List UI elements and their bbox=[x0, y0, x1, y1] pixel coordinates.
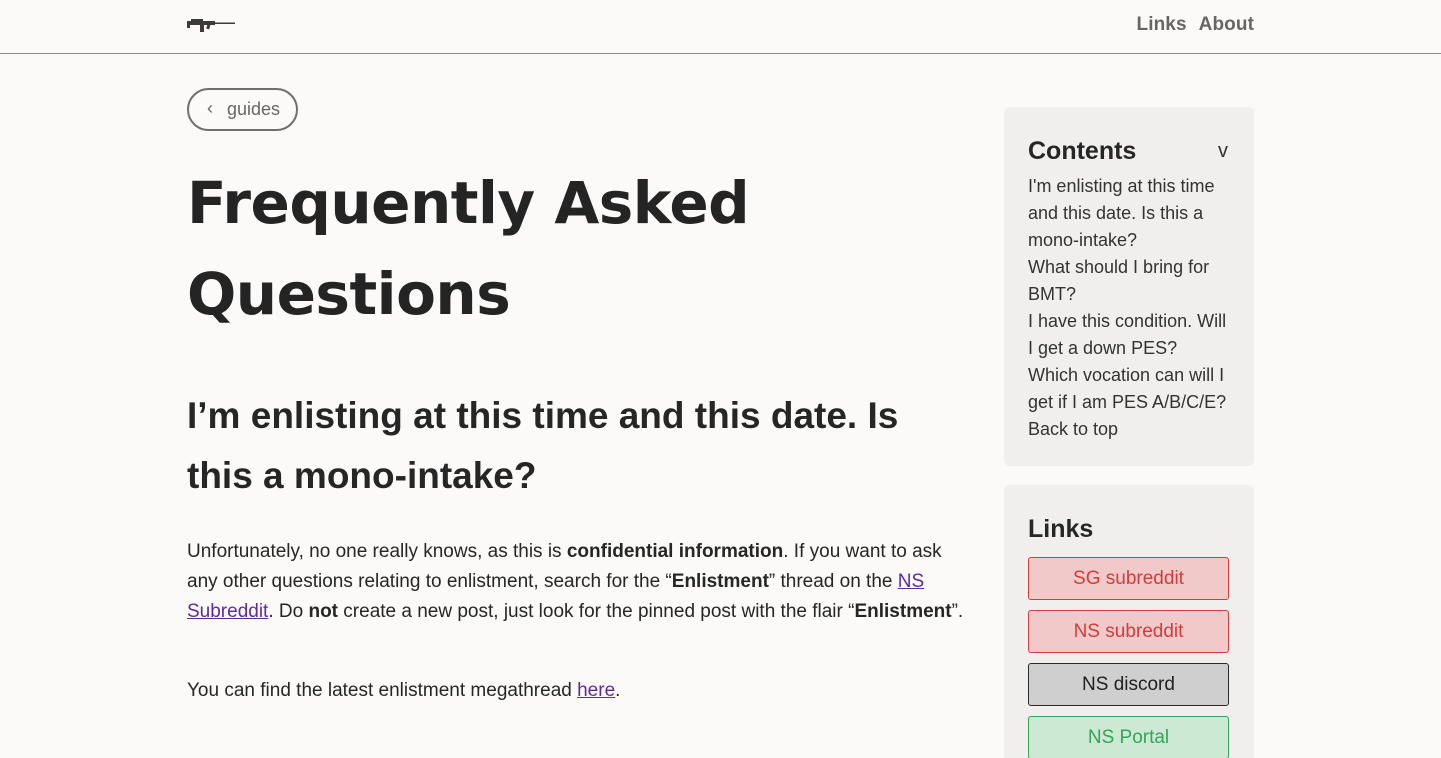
ns-discord-button[interactable]: NS discord bbox=[1028, 663, 1229, 706]
links-title: Links bbox=[1028, 515, 1094, 543]
text: ” thread on the bbox=[768, 571, 898, 592]
text: . Do bbox=[268, 601, 309, 622]
sg-subreddit-button[interactable]: SG subreddit bbox=[1028, 557, 1229, 600]
nav-about[interactable]: About bbox=[1199, 14, 1254, 36]
bold-text: Enlistment bbox=[854, 601, 952, 622]
bold-text: not bbox=[308, 601, 339, 622]
megathread-link[interactable]: here bbox=[577, 680, 615, 701]
back-button-label: guides bbox=[227, 99, 281, 119]
links-panel: Links SG subreddit NS subreddit NS disco… bbox=[1004, 485, 1254, 758]
bold-text: Enlistment bbox=[671, 571, 769, 592]
text: create a new post, just look for the pin… bbox=[338, 601, 855, 622]
toc-item[interactable]: I have this condition. Will I get a down… bbox=[1028, 308, 1230, 362]
text: You can find the latest enlistment megat… bbox=[187, 680, 578, 701]
toc-item[interactable]: Which vocation can will I get if I am PE… bbox=[1028, 362, 1230, 416]
back-to-guides-button[interactable]: ‹ guides bbox=[187, 88, 298, 131]
toc-title: Contents bbox=[1028, 137, 1137, 165]
table-of-contents: Contents v I'm enlisting at this time an… bbox=[1004, 107, 1254, 466]
ns-subreddit-button[interactable]: NS subreddit bbox=[1028, 610, 1229, 653]
section-heading: I’m enlisting at this time and this date… bbox=[187, 395, 899, 496]
answer-paragraph: Unfortunately, no one really knows, as t… bbox=[187, 537, 977, 627]
main-nav: Links About bbox=[1137, 14, 1255, 36]
top-navbar: Links About bbox=[0, 0, 1441, 54]
page-title: Frequently Asked Questions bbox=[187, 169, 750, 328]
nav-links[interactable]: Links bbox=[1137, 14, 1187, 36]
toc-item[interactable]: I'm enlisting at this time and this date… bbox=[1028, 173, 1230, 254]
chevron-left-icon: ‹ bbox=[207, 97, 213, 118]
ns-portal-button[interactable]: NS Portal bbox=[1028, 716, 1229, 758]
toc-item[interactable]: What should I bring for BMT? bbox=[1028, 254, 1230, 308]
megathread-paragraph: You can find the latest enlistment megat… bbox=[187, 676, 977, 706]
text: . bbox=[615, 680, 621, 701]
bold-text: confidential information bbox=[566, 541, 784, 562]
rifle-logo-icon[interactable] bbox=[187, 16, 237, 36]
text: Unfortunately, no one really knows, as t… bbox=[187, 541, 567, 562]
text: ”. bbox=[951, 601, 964, 622]
toc-toggle-icon[interactable]: v bbox=[1218, 140, 1228, 163]
toc-item-back-to-top[interactable]: Back to top bbox=[1028, 416, 1230, 443]
